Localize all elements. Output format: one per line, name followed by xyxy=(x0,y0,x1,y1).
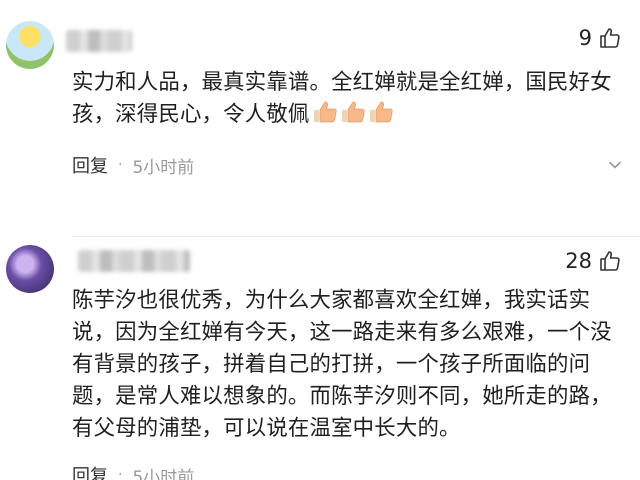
like-count: 28 xyxy=(565,249,592,273)
comment-item: 9 实力和人品，最真实靠谱。全红婵就是全红婵，国民好女孩，深得民心，令人敬佩 回… xyxy=(0,0,640,237)
comment-text: 实力和人品，最真实靠谱。全红婵就是全红婵，国民好女孩，深得民心，令人敬佩 xyxy=(72,67,632,131)
like-button[interactable]: 28 xyxy=(565,249,622,273)
like-button[interactable]: 9 xyxy=(579,26,622,50)
chevron-down-icon[interactable] xyxy=(608,158,622,172)
thumbs-up-emoji-icon xyxy=(369,101,393,123)
meta-separator: · xyxy=(118,467,123,480)
username-blurred[interactable] xyxy=(78,250,190,272)
avatar[interactable] xyxy=(6,21,54,69)
thumbs-up-icon xyxy=(600,28,620,48)
comment-text: 陈芋汐也很优秀，为什么大家都喜欢全红婵，我实话实说，因为全红婵有今天，这一路走来… xyxy=(72,285,632,445)
thumbs-up-emoji-icon xyxy=(313,101,337,123)
comment-body: 陈芋汐也很优秀，为什么大家都喜欢全红婵，我实话实说，因为全红婵有今天，这一路走来… xyxy=(72,288,612,441)
like-count: 9 xyxy=(578,26,592,50)
reply-button[interactable]: 回复 xyxy=(72,462,108,480)
comment-list: 9 实力和人品，最真实靠谱。全红婵就是全红婵，国民好女孩，深得民心，令人敬佩 回… xyxy=(0,0,640,480)
username-blurred[interactable] xyxy=(66,30,132,52)
timestamp: 5小时前 xyxy=(132,157,195,178)
reply-button[interactable]: 回复 xyxy=(72,152,108,178)
comment-meta: 回复 · 5小时前 xyxy=(72,462,194,480)
emoji-group xyxy=(312,99,394,125)
comment-meta: 回复 · 5小时前 xyxy=(72,152,194,178)
avatar[interactable] xyxy=(6,245,54,293)
timestamp: 5小时前 xyxy=(132,467,195,480)
thumbs-up-emoji-icon xyxy=(341,101,365,123)
meta-separator: · xyxy=(118,157,123,173)
comment-item: 28 陈芋汐也很优秀，为什么大家都喜欢全红婵，我实话实说，因为全红婵有今天，这一… xyxy=(0,237,640,480)
thumbs-up-icon xyxy=(600,251,620,271)
